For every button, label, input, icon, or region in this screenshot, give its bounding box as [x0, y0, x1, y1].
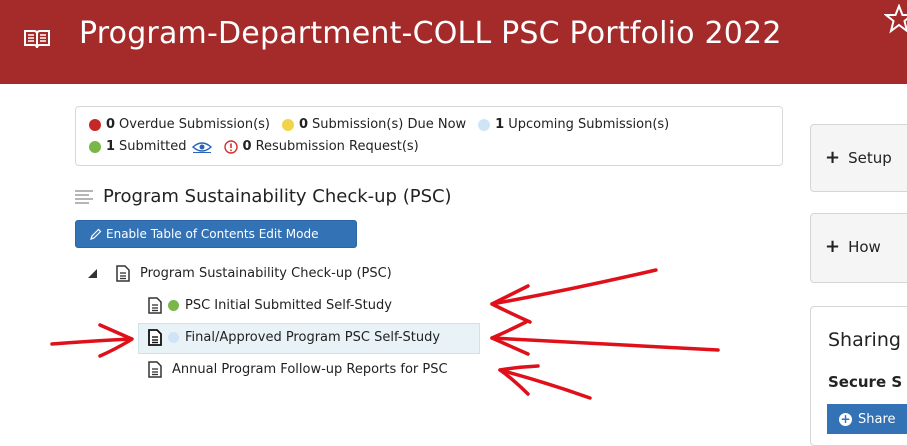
overdue-label: Overdue Submission(s) — [119, 117, 270, 132]
plus-icon: + — [825, 147, 841, 168]
due-now-status: 0 Submission(s) Due Now — [282, 117, 466, 132]
resubmission-status: 0 Resubmission Request(s) — [223, 139, 419, 154]
star-icon[interactable] — [884, 4, 907, 34]
tree-item-initial-self-study[interactable]: PSC Initial Submitted Self-Study — [148, 297, 392, 314]
lower-right-arrow-annotation — [498, 368, 592, 400]
tree-item-label: Annual Program Follow-up Reports for PSC — [172, 362, 448, 377]
secure-share-title: Secure S — [828, 373, 903, 391]
share-button[interactable]: + Share — [827, 404, 907, 434]
submission-status-summary: 0 Overdue Submission(s) 0 Submission(s) … — [75, 106, 783, 166]
upcoming-status: 1 Upcoming Submission(s) — [478, 117, 669, 132]
due-now-dot-icon — [282, 118, 294, 131]
book-icon — [24, 30, 50, 49]
how-panel[interactable]: + How — [810, 213, 907, 283]
plus-circle-icon: + — [839, 412, 852, 426]
section-heading: Program Sustainability Check-up (PSC) — [75, 186, 452, 207]
enable-toc-edit-label: Enable Table of Contents Edit Mode — [106, 227, 319, 241]
collapse-triangle-icon[interactable] — [88, 268, 98, 279]
tree-root-label: Program Sustainability Check-up (PSC) — [140, 266, 392, 281]
section-title: Program Sustainability Check-up (PSC) — [103, 186, 452, 207]
page-title: Program-Department-COLL PSC Portfolio 20… — [79, 16, 782, 51]
upcoming-label: Upcoming Submission(s) — [508, 117, 670, 132]
middle-right-arrow-annotation — [490, 336, 720, 352]
document-icon — [148, 329, 162, 346]
submitted-label: Submitted — [119, 139, 187, 154]
resubmission-label: Resubmission Request(s) — [255, 139, 419, 154]
submitted-status: 1 Submitted — [89, 139, 216, 154]
tree-item-annual-reports[interactable]: Annual Program Follow-up Reports for PSC — [148, 361, 448, 378]
overdue-count: 0 — [106, 117, 116, 132]
setup-panel-label: Setup — [848, 148, 892, 167]
tree-item-final-self-study[interactable]: Final/Approved Program PSC Self-Study — [148, 329, 440, 346]
sharing-panel: Sharing Secure S + Share — [810, 306, 907, 446]
upcoming-count: 1 — [495, 117, 505, 132]
share-button-label: Share — [858, 411, 896, 427]
tree-item-label: PSC Initial Submitted Self-Study — [185, 298, 392, 313]
eye-icon[interactable] — [191, 141, 212, 153]
overdue-dot-icon — [89, 118, 101, 131]
sharing-title: Sharing — [828, 329, 901, 351]
tree-item-label: Final/Approved Program PSC Self-Study — [185, 330, 441, 345]
document-icon — [116, 265, 130, 282]
pencil-icon — [90, 228, 102, 240]
overdue-status: 0 Overdue Submission(s) — [89, 117, 270, 132]
due-now-label: Submission(s) Due Now — [312, 117, 467, 132]
upcoming-dot-icon — [168, 332, 179, 343]
alert-icon — [223, 139, 238, 154]
how-panel-label: How — [848, 237, 881, 256]
document-icon — [148, 297, 162, 314]
document-icon — [148, 361, 162, 378]
resubmission-count: 0 — [242, 139, 252, 154]
upper-right-arrow-annotation — [490, 268, 658, 306]
submitted-dot-icon — [89, 140, 101, 153]
due-now-count: 0 — [299, 117, 309, 132]
left-arrow-annotation — [50, 337, 132, 346]
tree-root-item[interactable]: Program Sustainability Check-up (PSC) — [88, 265, 392, 282]
submitted-count: 1 — [106, 139, 116, 154]
setup-panel[interactable]: + Setup — [810, 124, 907, 192]
upcoming-dot-icon — [478, 118, 491, 131]
submitted-dot-icon — [168, 300, 179, 311]
portfolio-header: Program-Department-COLL PSC Portfolio 20… — [0, 0, 907, 84]
enable-toc-edit-button[interactable]: Enable Table of Contents Edit Mode — [75, 220, 357, 248]
list-lines-icon — [75, 189, 93, 204]
plus-icon: + — [825, 236, 841, 257]
